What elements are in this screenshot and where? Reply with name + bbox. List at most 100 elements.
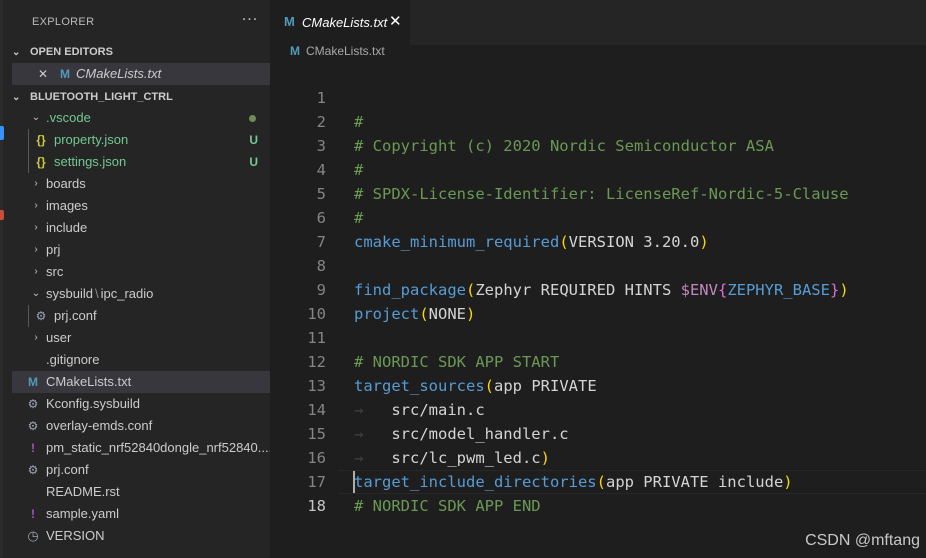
cmake-file-icon: M	[290, 44, 300, 58]
open-editors-label: OPEN EDITORS	[30, 46, 113, 58]
line-number: 18	[307, 497, 326, 515]
close-icon[interactable]: ✕	[389, 13, 402, 29]
tree-folder-sysbuild[interactable]: ⌄ sysbuild \ ipc_radio	[12, 283, 270, 305]
tree-folder-user[interactable]: › user	[12, 327, 270, 349]
chevron-right-icon: ›	[34, 200, 38, 211]
tree-file-kconfig[interactable]: ⚙ Kconfig.sysbuild	[12, 393, 270, 415]
chevron-down-icon: ⌄	[12, 92, 21, 103]
clock-icon: ◷	[27, 528, 39, 543]
file-label: CMakeLists.txt	[46, 374, 132, 389]
code-line: 7	[270, 206, 926, 251]
file-label: Kconfig.sysbuild	[46, 396, 140, 411]
tree-file-overlay[interactable]: ⚙ overlay-emds.conf	[12, 415, 270, 437]
code-line: 3 #	[270, 110, 926, 179]
open-editor-item[interactable]: ✕ M CMakeLists.txt	[12, 63, 270, 85]
explorer-title: EXPLORER	[32, 16, 95, 28]
chevron-right-icon: ›	[34, 178, 38, 189]
code-line: 5 #	[270, 158, 926, 227]
tree-file-version[interactable]: ◷ VERSION	[12, 525, 270, 547]
tree-file-pm-static[interactable]: ! pm_static_nrf52840dongle_nrf52840....	[12, 437, 270, 459]
gear-icon: ⚙	[35, 309, 47, 323]
modified-dot-icon	[249, 115, 256, 122]
chevron-right-icon: ›	[34, 244, 38, 255]
code-line: 1 #	[270, 62, 926, 131]
tree-folder-prj[interactable]: › prj	[12, 239, 270, 261]
chevron-down-icon: ⌄	[12, 47, 21, 58]
file-label: prj.conf	[54, 308, 97, 323]
folder-label: user	[46, 330, 72, 345]
cmake-file-icon: M	[284, 14, 295, 29]
tree-file-cmakelists[interactable]: M CMakeLists.txt	[12, 371, 270, 393]
tree-folder-images[interactable]: › images	[12, 195, 270, 217]
folder-label: sysbuild \ ipc_radio	[46, 283, 153, 305]
chevron-down-icon: ⌄	[31, 288, 41, 299]
code-line: 16 target_include_directories(app PRIVAT…	[270, 422, 926, 491]
tree-folder-src[interactable]: › src	[12, 261, 270, 283]
code-editor[interactable]: 1 # 2 # Copyright (c) 2020 Nordic Semico…	[270, 62, 926, 515]
file-label: property.json	[54, 132, 129, 147]
code-line: 15 → src/lc_pwm_led.c)	[270, 398, 926, 467]
path-separator: \	[94, 286, 99, 301]
yaml-icon: !	[31, 441, 35, 455]
vscode-window: EXPLORER ··· ⌄ OPEN EDITORS ✕ M CMakeList…	[0, 0, 926, 558]
folder-label-part: ipc_radio	[100, 286, 154, 301]
more-actions-icon[interactable]: ···	[240, 12, 260, 30]
activity-badge-icon	[0, 126, 4, 140]
code-line: 10	[270, 278, 926, 323]
code-line: 11 # NORDIC SDK APP START	[270, 302, 926, 371]
explorer-sidebar: EXPLORER ··· ⌄ OPEN EDITORS ✕ M CMakeList…	[0, 0, 270, 558]
untracked-badge: U	[249, 133, 258, 147]
project-label: BLUETOOTH_LIGHT_CTRL	[30, 91, 173, 103]
project-header[interactable]: ⌄ BLUETOOTH_LIGHT_CTRL	[12, 86, 270, 108]
file-label: VERSION	[46, 528, 105, 543]
text-cursor	[353, 471, 355, 493]
breadcrumb-label: CMakeLists.txt	[306, 44, 385, 58]
tree-file-settings-json[interactable]: {} settings.json U	[12, 151, 270, 173]
file-label: settings.json	[54, 154, 127, 169]
chevron-right-icon: ›	[34, 222, 38, 233]
json-icon: {}	[36, 155, 46, 169]
folder-label: src	[46, 264, 64, 279]
tree-file-readme[interactable]: README.rst	[12, 481, 270, 503]
code-line: 12 target_sources(app PRIVATE	[270, 326, 926, 395]
tab-cmakelists[interactable]: M CMakeLists.txt ✕	[270, 0, 410, 45]
file-label: pm_static_nrf52840dongle_nrf52840....	[46, 440, 270, 455]
activity-marker-icon	[0, 210, 4, 220]
tree-file-gitignore[interactable]: .gitignore	[12, 349, 270, 371]
file-label: sample.yaml	[46, 506, 119, 521]
tree-file-property-json[interactable]: {} property.json U	[12, 129, 270, 151]
cmake-file-icon: M	[60, 67, 70, 81]
tree-file-prj-conf[interactable]: ⚙ prj.conf	[12, 459, 270, 481]
untracked-badge: U	[249, 155, 258, 169]
file-label: prj.conf	[46, 462, 89, 477]
tab-bar: M CMakeLists.txt ✕	[270, 0, 926, 45]
close-icon[interactable]: ✕	[36, 63, 50, 85]
file-label: .gitignore	[46, 352, 100, 367]
breadcrumb[interactable]: M CMakeLists.txt	[290, 44, 385, 64]
code-text: # NORDIC SDK APP END	[354, 497, 541, 515]
folder-label: boards	[46, 176, 86, 191]
code-line: 2 # Copyright (c) 2020 Nordic Semiconduc…	[270, 86, 926, 155]
gear-icon: ⚙	[27, 463, 39, 477]
code-line: 13 → src/main.c	[270, 350, 926, 419]
cmake-file-icon: M	[28, 375, 38, 389]
code-line: 8 find_package(Zephyr REQUIRED HINTS $EN…	[270, 230, 926, 299]
open-editors-header[interactable]: ⌄ OPEN EDITORS	[12, 41, 270, 63]
watermark: CSDN @mftang	[805, 532, 920, 549]
tree-file-sample-yaml[interactable]: ! sample.yaml	[12, 503, 270, 525]
file-label: README.rst	[46, 484, 120, 499]
gear-icon: ⚙	[27, 397, 39, 411]
gear-icon: ⚙	[27, 419, 39, 433]
code-line: 14 → src/model_handler.c	[270, 374, 926, 443]
tree-folder-boards[interactable]: › boards	[12, 173, 270, 195]
code-line: 18	[270, 470, 926, 515]
tab-label: CMakeLists.txt	[302, 15, 388, 30]
json-icon: {}	[36, 133, 46, 147]
tree-folder-vscode[interactable]: ⌄ .vscode	[12, 107, 270, 129]
chevron-down-icon: ⌄	[31, 112, 41, 123]
file-label: overlay-emds.conf	[46, 418, 153, 433]
editor-area: M CMakeLists.txt ✕ M CMakeLists.txt 1 # 2…	[270, 0, 926, 558]
code-line: 9 project(NONE)	[270, 254, 926, 323]
tree-folder-include[interactable]: › include	[12, 217, 270, 239]
tree-file-sysbuild-prj-conf[interactable]: ⚙ prj.conf	[12, 305, 270, 327]
